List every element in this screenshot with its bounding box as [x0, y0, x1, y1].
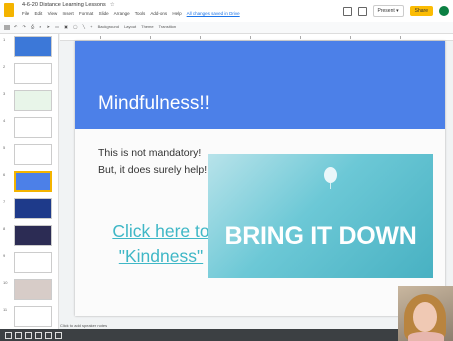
slide-filmstrip: 1 2 3 4 5 6 7 8 9 10 11 [0, 34, 59, 329]
menu-format[interactable]: Format [79, 11, 93, 16]
account-avatar[interactable] [439, 6, 449, 16]
ruler-tick [100, 36, 101, 39]
header-actions: Present ▾ Share [342, 4, 449, 18]
annotation-toolbar [0, 329, 453, 341]
redo-icon[interactable]: ↷ [22, 24, 25, 29]
comment-icon[interactable]: + [90, 24, 92, 29]
menu-bar: File Edit View Insert Format Slide Arran… [22, 11, 244, 16]
slide-number: 4 [3, 118, 6, 123]
image-caption: BRING IT DOWN [224, 222, 417, 250]
slide-number: 2 [3, 64, 6, 69]
bring-it-down-image[interactable]: BRING IT DOWN [208, 154, 433, 278]
slide-thumbnail[interactable] [14, 144, 52, 165]
present-button[interactable]: Present ▾ [372, 5, 404, 17]
menu-insert[interactable]: Insert [63, 11, 74, 16]
slide-number: 7 [3, 199, 6, 204]
share-button-label: Share [414, 8, 428, 14]
slide-title[interactable]: Mindfulness!! [98, 93, 210, 115]
close-icon[interactable] [55, 332, 62, 339]
present-button-label: Present [377, 8, 395, 14]
slide-number: 1 [3, 37, 6, 42]
ruler-tick [200, 36, 201, 39]
slide-number: 3 [3, 91, 6, 96]
undo-icon[interactable]: ↶ [14, 24, 17, 29]
slide-number: 10 [3, 280, 8, 285]
webcam-overlay [398, 286, 453, 341]
slide-number: 5 [3, 145, 6, 150]
menu-slide[interactable]: Slide [99, 11, 109, 16]
slide-thumbnail-active[interactable] [14, 171, 52, 192]
slide-thumbnail[interactable] [14, 198, 52, 219]
ruler-tick [350, 36, 351, 39]
shape-icon[interactable]: ◯ [73, 24, 77, 29]
select-icon[interactable]: ➤ [47, 24, 50, 29]
new-slide-icon[interactable] [4, 25, 10, 30]
ruler-tick [300, 36, 301, 39]
menu-edit[interactable]: Edit [35, 11, 43, 16]
balloon-string [330, 183, 331, 189]
toolbar-transition[interactable]: Transition [159, 24, 176, 29]
menu-arrange[interactable]: Arrange [114, 11, 130, 16]
menu-tools[interactable]: Tools [135, 11, 146, 16]
eraser-icon[interactable] [35, 332, 42, 339]
slide-thumbnail[interactable] [14, 90, 52, 111]
slide[interactable]: Mindfulness!! This is not mandatory! But… [75, 41, 445, 316]
presenter-face [413, 302, 437, 332]
menu-view[interactable]: View [48, 11, 58, 16]
textbox-icon[interactable]: ▭ [55, 24, 59, 29]
menu-help[interactable]: Help [172, 11, 181, 16]
menu-addons[interactable]: Add-ons [150, 11, 167, 16]
slide-title-banner: Mindfulness!! [75, 41, 445, 129]
activity-icon[interactable] [342, 6, 352, 16]
slide-thumbnail[interactable] [14, 63, 52, 84]
shape-tool-icon[interactable] [45, 332, 52, 339]
horizontal-ruler [60, 34, 453, 41]
highlighter-icon[interactable] [25, 332, 32, 339]
ruler-tick [150, 36, 151, 39]
pointer-icon[interactable] [5, 332, 12, 339]
slide-thumbnail[interactable] [14, 252, 52, 273]
slide-thumbnail[interactable] [14, 306, 52, 327]
document-title[interactable]: 4-6-20 Distance Learning Lessons ☆ [22, 2, 115, 8]
slide-thumbnail[interactable] [14, 279, 52, 300]
save-status-link[interactable]: All changes saved in Drive [187, 11, 240, 16]
toolbar-background[interactable]: Background [98, 24, 119, 29]
ruler-tick [250, 36, 251, 39]
slide-thumbnail[interactable] [14, 117, 52, 138]
share-button[interactable]: Share [409, 6, 433, 16]
slide-canvas: Mindfulness!! This is not mandatory! But… [60, 41, 453, 329]
slide-number: 8 [3, 226, 6, 231]
image-icon[interactable]: ▣ [64, 24, 68, 29]
slides-logo-icon[interactable] [4, 3, 14, 17]
slide-thumbnail[interactable] [14, 36, 52, 57]
presenter-shirt [408, 332, 444, 341]
toolbar-theme[interactable]: Theme [141, 24, 153, 29]
menu-file[interactable]: File [22, 11, 29, 16]
body-text-line-1[interactable]: This is not mandatory! [98, 147, 201, 159]
toolbar: ↶ ↷ ⎙ ⌕ ➤ ▭ ▣ ◯ ╲ + Background Layout Th… [0, 22, 453, 34]
zoom-icon[interactable]: ⌕ [39, 24, 41, 29]
slide-number: 6 [3, 172, 6, 177]
line-icon[interactable]: ╲ [83, 24, 85, 29]
slide-number: 9 [3, 253, 6, 258]
star-icon[interactable]: ☆ [110, 2, 115, 8]
comments-icon[interactable] [357, 6, 367, 16]
slide-thumbnail[interactable] [14, 225, 52, 246]
toolbar-layout[interactable]: Layout [124, 24, 136, 29]
speaker-notes[interactable]: Click to add speaker notes [60, 323, 107, 328]
print-icon[interactable]: ⎙ [31, 24, 34, 29]
body-text-line-2[interactable]: But, it does surely help! [98, 164, 207, 176]
slide-number: 11 [3, 307, 8, 312]
ruler-tick [400, 36, 401, 39]
pen-icon[interactable] [15, 332, 22, 339]
document-title-text[interactable]: 4-6-20 Distance Learning Lessons [22, 2, 106, 8]
balloon-icon [324, 167, 337, 183]
toolbar-items: ↶ ↷ ⎙ ⌕ ➤ ▭ ▣ ◯ ╲ + Background Layout Th… [14, 24, 180, 29]
app-header: 4-6-20 Distance Learning Lessons ☆ File E… [0, 0, 453, 22]
